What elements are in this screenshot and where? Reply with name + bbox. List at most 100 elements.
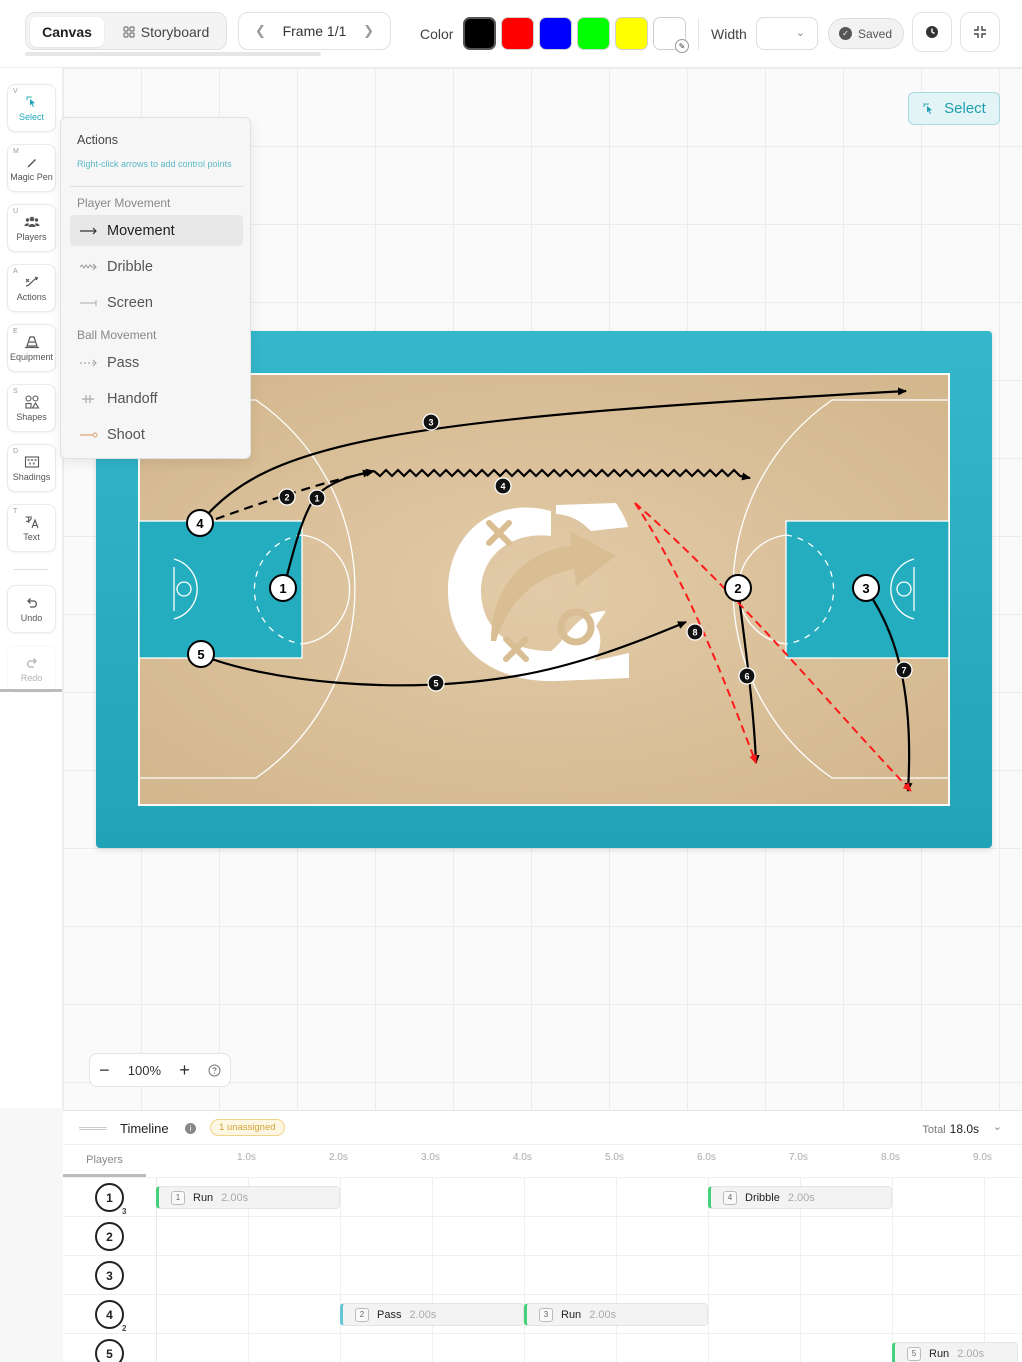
tool-label: Redo — [20, 672, 43, 683]
unassigned-badge[interactable]: 1 unassigned — [210, 1119, 285, 1136]
tool-equipment[interactable]: E Equipment — [7, 324, 56, 372]
color-swatch-custom[interactable]: ✎ — [653, 17, 689, 53]
player-number: 4 — [106, 1307, 113, 1322]
left-scroll-indicator — [0, 689, 62, 692]
action-badge-5[interactable]: 5 — [427, 674, 445, 692]
badge-label: 2 — [284, 493, 289, 503]
pen-icon — [27, 158, 36, 167]
timeline-player-4[interactable]: 42 — [95, 1300, 126, 1333]
block-duration: 2.00s — [409, 1308, 437, 1321]
tool-label: Text — [23, 531, 40, 542]
drag-handle[interactable] — [79, 1127, 107, 1130]
pencil-icon: ✎ — [675, 39, 689, 53]
frame-navigator: ❮ Frame 1/1 ❯ — [238, 12, 391, 50]
shoot-icon — [80, 432, 98, 437]
select-mode-chip[interactable]: Select — [908, 92, 1000, 125]
history-button[interactable] — [912, 12, 952, 52]
color-swatch-green[interactable] — [577, 17, 610, 50]
menu-item-handoff[interactable]: Handoff — [70, 383, 243, 414]
saved-label: Saved — [858, 26, 893, 41]
redo-button[interactable]: Redo — [7, 645, 56, 693]
player-2[interactable]: 2 — [724, 574, 752, 602]
action-badge-2[interactable]: 2 — [278, 488, 296, 506]
menu-item-dribble[interactable]: Dribble — [70, 251, 243, 282]
tab-storyboard[interactable]: Storyboard — [108, 17, 224, 47]
color-swatch-yellow[interactable] — [615, 17, 648, 50]
action-badge-6[interactable]: 6 — [738, 667, 756, 685]
handoff-icon — [82, 394, 94, 403]
width-select[interactable]: ⌄ — [756, 17, 818, 50]
zoom-out-button[interactable]: − — [99, 1060, 110, 1081]
tool-magic-pen[interactable]: M Magic Pen — [7, 144, 56, 192]
timeline-block[interactable]: 4 Dribble 2.00s — [708, 1186, 892, 1209]
frame-label: Frame 1/1 — [282, 23, 347, 39]
divider — [70, 186, 243, 187]
actions-menu: Actions Right-click arrows to add contro… — [60, 117, 251, 459]
tool-select[interactable]: V Select — [7, 84, 56, 132]
color-swatch-black[interactable] — [463, 17, 496, 50]
block-number: 4 — [723, 1190, 737, 1205]
action-badge-8[interactable]: 8 — [686, 623, 704, 641]
info-icon[interactable]: i — [185, 1123, 196, 1134]
timeline-block[interactable]: 2 Pass 2.00s — [340, 1303, 524, 1326]
badge-label: 3 — [428, 418, 433, 428]
timeline-block[interactable]: 1 Run 2.00s — [156, 1186, 340, 1209]
player-5[interactable]: 5 — [187, 640, 215, 668]
block-duration: 2.00s — [787, 1191, 815, 1204]
zoom-in-button[interactable]: + — [179, 1060, 190, 1081]
color-swatch-blue[interactable] — [539, 17, 572, 50]
chevron-left-icon[interactable]: ❮ — [255, 23, 266, 39]
tool-label: Shadings — [12, 471, 51, 482]
undo-button[interactable]: Undo — [7, 585, 56, 633]
action-badge-4[interactable]: 4 — [494, 477, 512, 495]
shading-icon — [24, 455, 39, 468]
chevron-right-icon[interactable]: ❯ — [363, 23, 374, 39]
tool-key: V — [13, 88, 18, 95]
menu-hint: Right-click arrows to add control points — [77, 159, 232, 169]
menu-item-movement[interactable]: Movement — [70, 215, 243, 246]
player-1[interactable]: 1 — [269, 574, 297, 602]
tool-players[interactable]: U Players — [7, 204, 56, 252]
total-label: Total — [922, 1124, 946, 1136]
collapse-button[interactable] — [960, 12, 1000, 52]
screen-line-icon — [80, 299, 97, 306]
timeline-player-3[interactable]: 3 — [95, 1261, 124, 1290]
timeline-player-5[interactable]: 5 — [95, 1339, 124, 1362]
menu-item-label: Movement — [107, 222, 175, 239]
timeline-player-2[interactable]: 2 — [95, 1222, 124, 1251]
tool-shadings[interactable]: D Shadings — [7, 444, 56, 492]
badge-label: 4 — [500, 482, 505, 492]
timeline-player-1[interactable]: 13 — [95, 1183, 126, 1216]
menu-item-label: Handoff — [107, 390, 158, 407]
players-column-header: Players — [63, 1145, 146, 1177]
menu-item-shoot[interactable]: Shoot — [70, 419, 243, 450]
menu-item-pass[interactable]: Pass — [70, 347, 243, 378]
tool-label: Select — [18, 111, 44, 122]
color-swatch-red[interactable] — [501, 17, 534, 50]
action-badge-1[interactable]: 1 — [308, 489, 326, 507]
time-tick: 3.0s — [421, 1152, 440, 1163]
redo-icon — [26, 657, 37, 668]
timeline-title: Timeline — [120, 1121, 169, 1136]
section-player-movement: Player Movement — [77, 196, 171, 210]
player-4[interactable]: 4 — [186, 509, 214, 537]
tool-label: Equipment — [9, 351, 54, 362]
timeline-block[interactable]: 5 Run 2.00s — [892, 1342, 1018, 1362]
tool-text[interactable]: T Text — [7, 504, 56, 552]
block-label: Dribble — [745, 1191, 780, 1204]
block-label: Pass — [377, 1308, 402, 1321]
timeline-row: 13 1 Run 2.00s 4 Dribble 2.00s — [63, 1177, 1022, 1216]
action-badge-3[interactable]: 3 — [422, 413, 440, 431]
menu-item-screen[interactable]: Screen — [70, 287, 243, 318]
help-icon[interactable] — [208, 1064, 221, 1077]
player-number: 2 — [106, 1229, 113, 1244]
tool-shapes[interactable]: S Shapes — [7, 384, 56, 432]
player-3[interactable]: 3 — [852, 574, 880, 602]
tool-actions[interactable]: A Actions — [7, 264, 56, 312]
block-label: Run — [929, 1347, 950, 1360]
timeline-block[interactable]: 3 Run 2.00s — [524, 1303, 708, 1326]
select-chip-label: Select — [944, 100, 986, 117]
tab-canvas[interactable]: Canvas — [30, 17, 104, 47]
chevron-down-icon[interactable]: ⌄ — [993, 1120, 1002, 1133]
action-badge-7[interactable]: 7 — [895, 661, 913, 679]
